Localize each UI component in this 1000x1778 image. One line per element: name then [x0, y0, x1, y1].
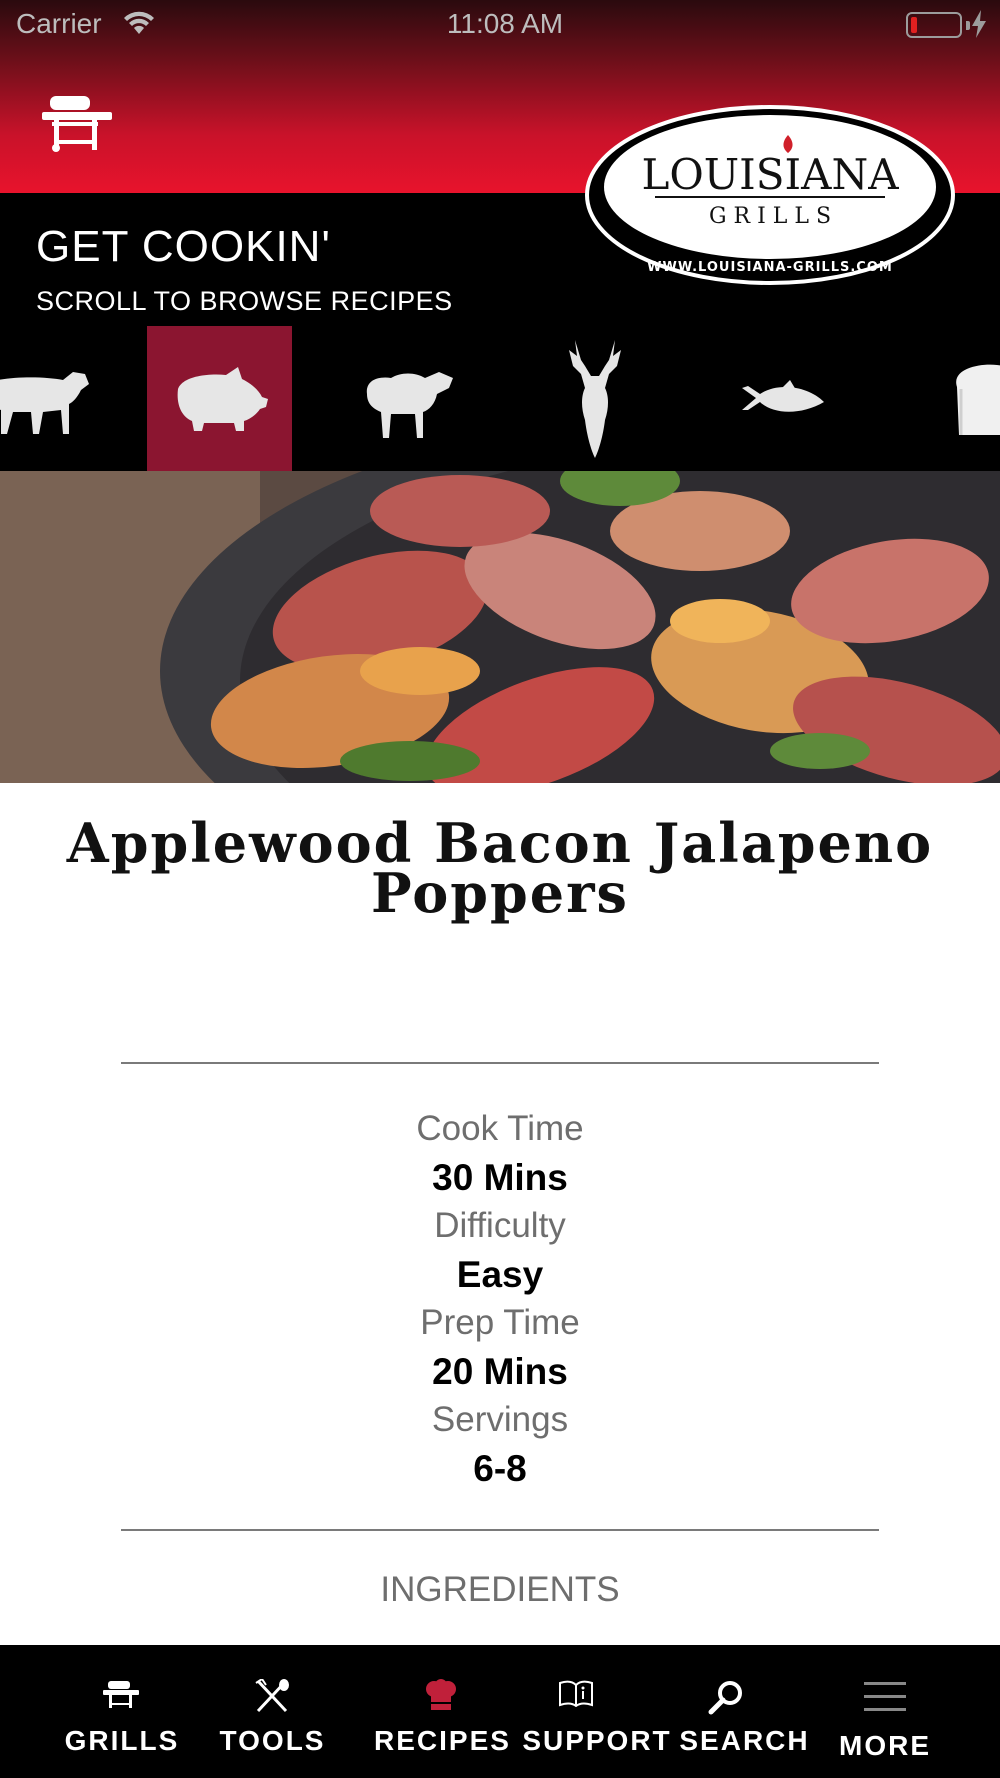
cow-icon	[0, 371, 89, 434]
tab-grills[interactable]: GRILLS	[52, 1645, 192, 1778]
book-icon	[559, 1680, 593, 1707]
prep-time-value: 20 Mins	[432, 1351, 568, 1392]
servings-label: Servings	[431, 1400, 569, 1439]
category-strip[interactable]	[0, 326, 1000, 471]
menu-icon	[864, 1682, 906, 1711]
prep-time-label: Prep Time	[420, 1303, 580, 1342]
category-bread[interactable]	[915, 326, 1000, 471]
tab-bar: GRILLS TOOLS RECIPES SUPPORT SEARCH MORE	[0, 1645, 1000, 1778]
cook-time-value: 30 Mins	[432, 1157, 568, 1198]
divider-top	[121, 1062, 879, 1064]
status-time: 11:08 AM	[446, 8, 564, 39]
chef-hat-icon	[426, 1679, 456, 1710]
pig-icon	[177, 366, 268, 431]
fish-icon	[741, 379, 824, 412]
recipe-stats: Cook Time 30 Mins Difficulty Easy Prep T…	[0, 1105, 1000, 1493]
servings-value: 6-8	[473, 1448, 527, 1489]
tab-search-label: SEARCH	[679, 1725, 810, 1756]
tab-recipes-label: RECIPES	[374, 1725, 511, 1756]
tab-more[interactable]: MORE	[830, 1645, 940, 1778]
tab-tools[interactable]: TOOLS	[210, 1645, 335, 1778]
category-game[interactable]	[522, 326, 667, 471]
search-icon	[708, 1681, 742, 1715]
divider-bottom	[121, 1529, 879, 1531]
cook-time-label: Cook Time	[416, 1109, 584, 1148]
tab-more-label: MORE	[839, 1730, 931, 1761]
sheep-icon	[366, 371, 453, 438]
recipe-title-line2: Poppers	[371, 861, 629, 925]
tab-support[interactable]: SUPPORT	[522, 1645, 672, 1778]
category-beef[interactable]	[0, 326, 105, 471]
difficulty-label: Difficulty	[434, 1206, 566, 1245]
category-seafood[interactable]	[710, 326, 855, 471]
grill-icon	[103, 1681, 139, 1708]
bread-icon	[955, 364, 1000, 435]
tab-tools-label: TOOLS	[219, 1725, 326, 1756]
charging-icon	[972, 10, 986, 38]
louisiana-grills-logo: LOUISIANA G R I L L S WWW.LOUISIANA-GRIL…	[585, 105, 955, 285]
status-bar: Carrier 11:08 AM	[0, 0, 1000, 48]
tab-search[interactable]: SEARCH	[672, 1645, 817, 1778]
category-lamb[interactable]	[334, 326, 479, 471]
page-title: GET COOKIN'	[36, 222, 331, 271]
recipe-photo	[0, 471, 1000, 783]
battery-icon	[906, 12, 970, 38]
grill-icon[interactable]	[40, 92, 114, 154]
svg-text:G R I L L S: G R I L L S	[709, 204, 831, 229]
recipe-title: Applewood Bacon Jalapeno Poppers	[40, 816, 960, 925]
tab-recipes[interactable]: RECIPES	[370, 1645, 515, 1778]
svg-text:WWW.LOUISIANA-GRILLS.COM: WWW.LOUISIANA-GRILLS.COM	[647, 260, 893, 275]
category-pork[interactable]	[147, 326, 292, 471]
tab-support-label: SUPPORT	[522, 1725, 672, 1756]
difficulty-value: Easy	[456, 1254, 544, 1295]
svg-text:LOUISIANA: LOUISIANA	[641, 150, 899, 199]
tab-grills-label: GRILLS	[64, 1725, 180, 1756]
page-subtitle: SCROLL TO BROWSE RECIPES	[36, 286, 453, 316]
ingredients-heading: INGREDIENTS	[380, 1570, 620, 1609]
deer-icon	[568, 340, 621, 458]
utensils-icon	[255, 1679, 289, 1713]
